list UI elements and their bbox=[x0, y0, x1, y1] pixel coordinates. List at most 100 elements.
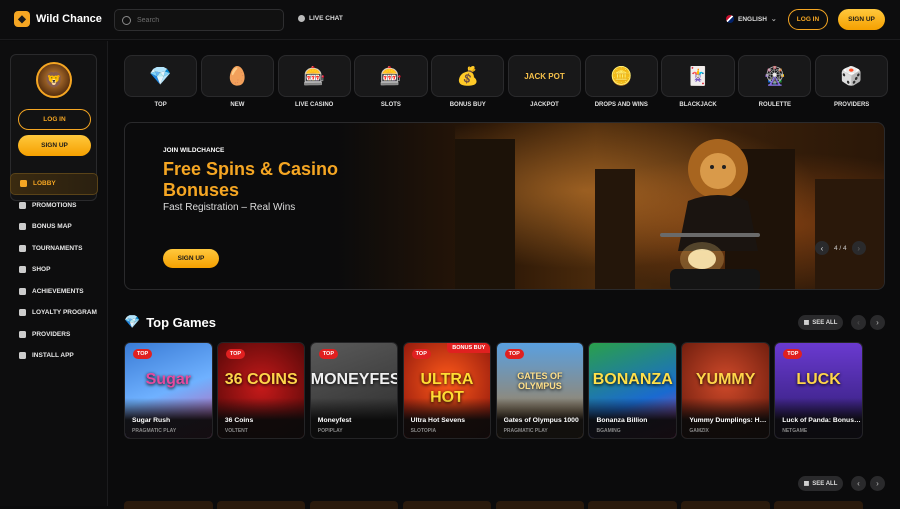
see-all-button[interactable]: ▦ SEE ALL bbox=[798, 315, 843, 330]
building-silhouette bbox=[815, 179, 884, 289]
category-providers[interactable]: 🎲 PROVIDERS bbox=[815, 55, 889, 111]
game-card-peek[interactable] bbox=[588, 501, 678, 509]
coin-icon: 🪙 bbox=[584, 55, 658, 97]
hero-kicker: JOIN WILDCHANCE bbox=[163, 147, 225, 154]
game-card-peek[interactable] bbox=[402, 501, 492, 509]
category-bonus-buy[interactable]: 💰 BONUS BUY bbox=[431, 55, 505, 111]
carousel-next-button[interactable]: › bbox=[870, 315, 885, 330]
game-title: Luck of Panda: Bonus… bbox=[782, 417, 861, 424]
top-games-carousel: Sugar TOP Sugar Rush PRAGMATIC PLAY 36 COINS… bbox=[124, 342, 863, 439]
game-card[interactable]: GATES OF OLYMPUS TOP Gates of Olympus 1000… bbox=[495, 342, 585, 439]
bonus-buy-badge: BONUS BUY bbox=[447, 343, 491, 353]
sidebar-signup-button[interactable]: SIGN UP bbox=[18, 135, 91, 156]
game-card[interactable]: YUMMY Yummy Dumplings: Ho… GAMZIX bbox=[681, 342, 770, 439]
category-label: JACKPOT bbox=[530, 102, 559, 108]
sidebar-item-lobby[interactable]: LOBBY bbox=[10, 173, 98, 195]
search-icon bbox=[122, 15, 131, 25]
lion-avatar: 🦁 bbox=[36, 62, 72, 98]
dice-icon: 🎲 bbox=[815, 55, 889, 97]
live-chat-label: LIVE CHAT bbox=[309, 15, 343, 22]
category-new[interactable]: 🥚 NEW bbox=[200, 55, 274, 111]
megaphone-icon bbox=[19, 201, 26, 209]
game-card-peek[interactable] bbox=[681, 501, 770, 509]
category-label: BONUS BUY bbox=[449, 102, 486, 108]
game-provider: PRAGMATIC PLAY bbox=[503, 428, 548, 434]
lion-biker-illustration bbox=[660, 139, 760, 289]
search-input[interactable] bbox=[137, 16, 277, 24]
slide-counter: 4 / 4 bbox=[834, 244, 847, 252]
sidebar-login-button[interactable]: LOG IN bbox=[18, 109, 91, 130]
next-slide-button[interactable]: › bbox=[851, 241, 866, 255]
game-card[interactable]: LUCK TOP Luck of Panda: Bonus… NETGAME bbox=[774, 342, 863, 439]
sidebar-item-install-app[interactable]: INSTALL APP bbox=[10, 345, 98, 367]
prev-slide-button[interactable]: ‹ bbox=[815, 241, 829, 255]
category-live-casino[interactable]: 🎰 LIVE CASINO bbox=[277, 55, 351, 111]
trophy-icon bbox=[19, 244, 26, 252]
category-label: NEW bbox=[230, 102, 245, 108]
sidebar-item-tournaments[interactable]: TOURNAMENTS bbox=[10, 238, 98, 260]
chevron-down-icon: ⌄ bbox=[770, 16, 777, 23]
chip-new-icon: 🥚 bbox=[200, 55, 274, 97]
category-label: ROULETTE bbox=[758, 102, 792, 108]
game-card[interactable]: Sugar TOP Sugar Rush PRAGMATIC PLAY bbox=[124, 342, 213, 439]
diamond-icon: 💎 bbox=[124, 55, 198, 97]
chat-icon bbox=[298, 15, 305, 22]
top-badge: TOP bbox=[411, 349, 431, 359]
category-label: BLACKJACK bbox=[679, 102, 717, 108]
search-box[interactable] bbox=[114, 9, 284, 31]
game-logo-text: BONANZA bbox=[592, 371, 673, 388]
game-card-peek[interactable] bbox=[309, 501, 399, 509]
brand-name: Wild Chance bbox=[36, 13, 102, 25]
category-drops-and-wins[interactable]: 🪙 DROPS AND WINS bbox=[584, 55, 658, 111]
game-provider: VOLTENT bbox=[224, 428, 248, 434]
game-logo-text: GATES OF OLYMPUS bbox=[517, 371, 563, 391]
category-label: SLOTS bbox=[380, 102, 401, 108]
sidebar-item-label: PROMOTIONS bbox=[32, 201, 77, 209]
game-card[interactable]: ULTRA HOTTOPBONUS BUYUltra Hot SevensSLO… bbox=[402, 342, 492, 439]
game-title: Ultra Hot Sevens bbox=[410, 417, 466, 424]
sidebar-item-achievements[interactable]: ACHIEVEMENTS bbox=[10, 281, 98, 303]
sidebar-item-label: PROVIDERS bbox=[32, 330, 71, 338]
sidebar: 🦁 LOG IN SIGN UP LOBBY PROMOTIONS BONUS MA… bbox=[0, 41, 108, 506]
game-provider: POPIPLAY bbox=[317, 428, 343, 434]
hero-banner[interactable]: JOIN WILDCHANCE Free Spins & Casino Bonu… bbox=[124, 122, 885, 290]
category-top[interactable]: 💎 TOP bbox=[124, 55, 198, 111]
game-card-peek[interactable] bbox=[216, 501, 306, 509]
see-all-button-2[interactable]: ▦ SEE ALL bbox=[798, 476, 843, 491]
game-title: Moneyfest bbox=[317, 417, 352, 424]
game-card-peek[interactable] bbox=[774, 501, 863, 509]
game-card[interactable]: MONEYFEST TOP Moneyfest POPIPLAY bbox=[309, 342, 399, 439]
top-badge: TOP bbox=[225, 349, 246, 359]
game-card-peek[interactable] bbox=[124, 501, 213, 509]
sidebar-nav: LOBBY PROMOTIONS BONUS MAP TOURNAMENTS SHOP A… bbox=[10, 173, 98, 367]
brand-logo[interactable]: ◆ Wild Chance bbox=[14, 11, 102, 27]
game-title: Gates of Olympus 1000 bbox=[503, 417, 579, 424]
category-slots[interactable]: 🎰 SLOTS bbox=[354, 55, 428, 111]
language-selector[interactable]: ENGLISH ⌄ bbox=[726, 15, 777, 23]
category-jackpot[interactable]: JACK POT JACKPOT bbox=[507, 55, 582, 111]
sidebar-item-shop[interactable]: SHOP bbox=[10, 259, 98, 281]
carousel-prev-button[interactable]: ‹ bbox=[851, 315, 866, 330]
roulette-icon: 🎡 bbox=[738, 55, 812, 97]
sidebar-item-providers[interactable]: PROVIDERS bbox=[10, 324, 98, 346]
login-button[interactable]: LOG IN bbox=[788, 9, 828, 30]
game-card[interactable]: 36 COINS TOP 36 Coins VOLTENT bbox=[216, 342, 306, 439]
sidebar-item-loyalty-program[interactable]: LOYALTY PROGRAM bbox=[10, 302, 98, 324]
sidebar-item-promotions[interactable]: PROMOTIONS bbox=[10, 195, 98, 217]
game-logo-text: Sugar bbox=[145, 371, 191, 388]
top-badge: TOP bbox=[783, 349, 803, 359]
category-blackjack[interactable]: 🃏 BLACKJACK bbox=[661, 55, 735, 111]
game-title: Bonanza Billion bbox=[596, 417, 648, 424]
game-card-peek[interactable] bbox=[495, 501, 585, 509]
carousel-next-button-2[interactable]: › bbox=[870, 476, 885, 491]
game-provider: GAMZIX bbox=[689, 428, 709, 434]
signup-button[interactable]: SIGN UP bbox=[838, 9, 885, 30]
sidebar-item-bonus-map[interactable]: BONUS MAP bbox=[10, 216, 98, 238]
game-card[interactable]: BONANZA Bonanza Billion BGAMING bbox=[588, 342, 678, 439]
sidebar-item-label: BONUS MAP bbox=[32, 223, 72, 231]
live-chat-link[interactable]: LIVE CHAT bbox=[298, 15, 343, 22]
hero-signup-button[interactable]: SIGN UP bbox=[163, 249, 219, 268]
game-provider: NETGAME bbox=[782, 428, 808, 434]
category-roulette[interactable]: 🎡 ROULETTE bbox=[738, 55, 812, 111]
carousel-prev-button-2[interactable]: ‹ bbox=[851, 476, 866, 491]
